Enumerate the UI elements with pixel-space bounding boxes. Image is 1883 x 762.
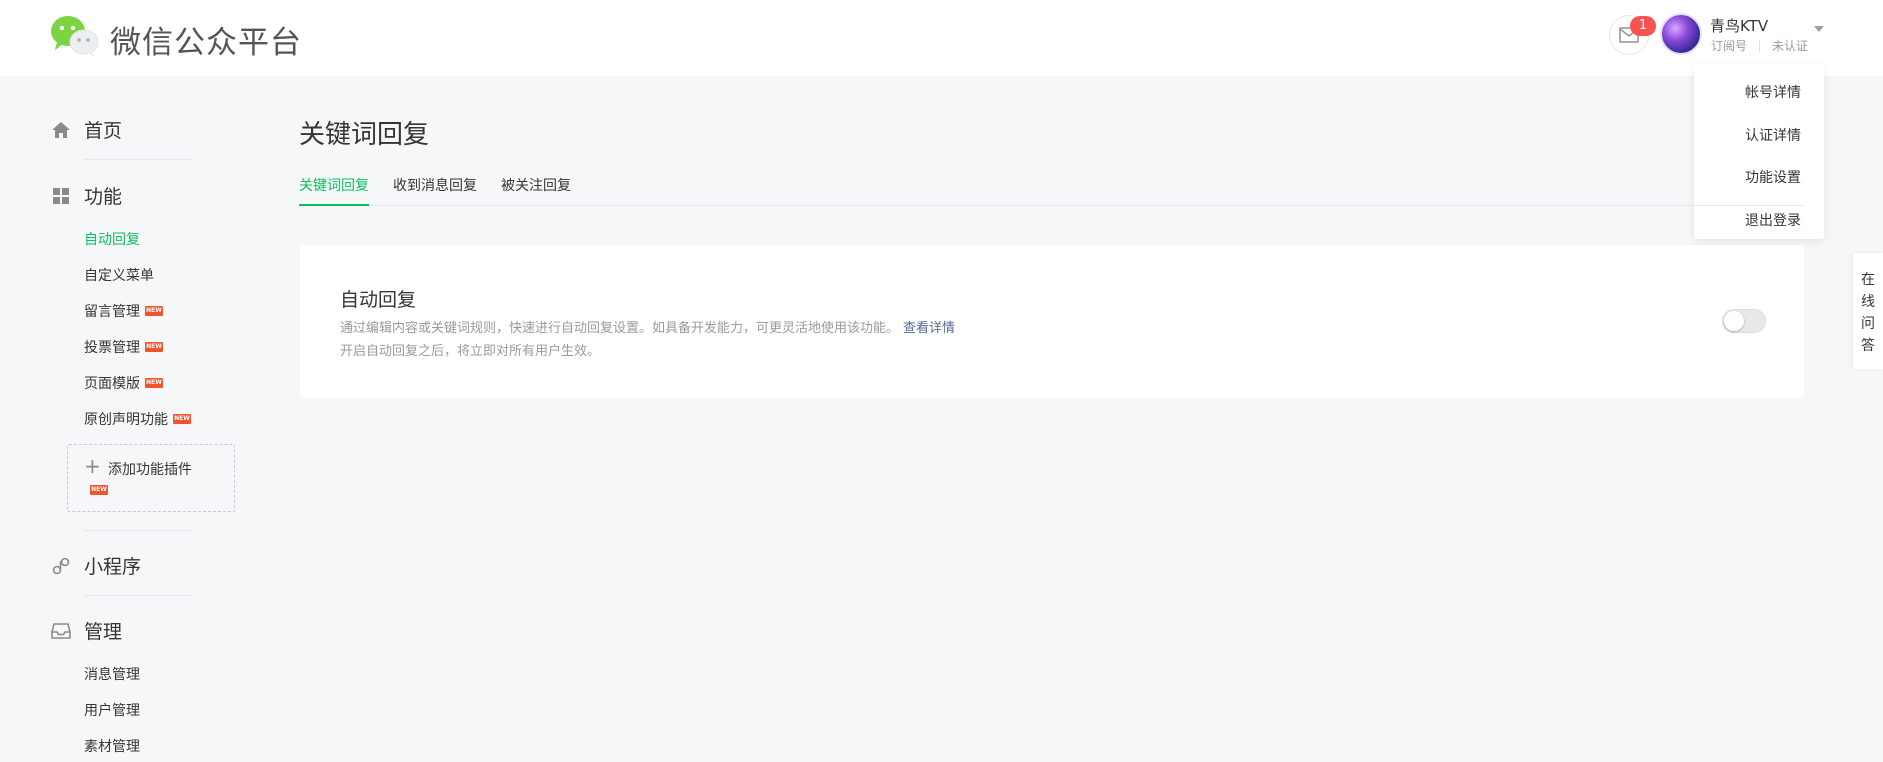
sidebar-divider xyxy=(84,530,192,531)
sidebar-group-features[interactable]: 功能 xyxy=(50,182,122,209)
auto-reply-card: 自动回复 通过编辑内容或关键词规则，快速进行自动回复设置。如具备开发能力，可更灵… xyxy=(300,245,1804,398)
message-count-badge: 1 xyxy=(1630,16,1656,36)
top-header: 微信公众平台 1 青鸟KTV 订阅号 未认证 xyxy=(0,0,1883,76)
sidebar-group-manage[interactable]: 管理 xyxy=(50,617,122,644)
sidebar-item-label: 投票管理 xyxy=(84,340,140,356)
sidebar-item-home[interactable]: 首页 xyxy=(50,116,122,143)
sidebar-item-users[interactable]: 用户管理 xyxy=(84,700,140,720)
sidebar-divider xyxy=(84,595,192,596)
new-badge: NEW xyxy=(145,342,163,352)
sidebar-item-original-declaration[interactable]: 原创声明功能 NEW xyxy=(84,409,191,429)
sidebar-item-label: 用户管理 xyxy=(84,703,140,719)
tab-message-reply[interactable]: 收到消息回复 xyxy=(393,175,477,206)
sidebar-item-auto-reply[interactable]: 自动回复 xyxy=(84,229,140,249)
page-title: 关键词回复 xyxy=(299,120,430,150)
card-note: 开启自动回复之后，将立即对所有用户生效。 xyxy=(340,344,601,359)
sidebar-item-messages[interactable]: 消息管理 xyxy=(84,664,140,684)
sidebar-divider xyxy=(84,159,192,160)
sidebar-item-materials[interactable]: 素材管理 xyxy=(84,736,140,756)
toggle-knob xyxy=(1724,311,1744,331)
sidebar-item-votes[interactable]: 投票管理 NEW xyxy=(84,337,163,357)
sidebar-item-label: 素材管理 xyxy=(84,739,140,755)
view-details-link[interactable]: 查看详情 xyxy=(903,321,955,336)
qa-char: 问 xyxy=(1861,316,1875,332)
add-plugin-button[interactable]: + 添加功能插件 NEW xyxy=(67,444,235,512)
new-badge: NEW xyxy=(145,306,163,316)
sidebar-group-label: 管理 xyxy=(84,621,123,643)
sidebar-item-custom-menu[interactable]: 自定义菜单 xyxy=(84,265,154,285)
sidebar-group-label: 功能 xyxy=(84,186,123,208)
sidebar-item-miniprogram[interactable]: 小程序 xyxy=(50,552,141,579)
plus-icon: + xyxy=(84,454,101,478)
new-badge: NEW xyxy=(173,414,191,424)
link-icon xyxy=(50,555,72,577)
qa-char: 线 xyxy=(1861,294,1875,310)
card-title: 自动回复 xyxy=(340,289,417,311)
sidebar: 首页 功能 自动回复 自定义菜单 留言管理 NEW 投票管理 NEW 页面模版 … xyxy=(0,76,260,762)
account-meta: 订阅号 未认证 xyxy=(1711,37,1808,54)
card-description-text: 通过编辑内容或关键词规则，快速进行自动回复设置。如具备开发能力，可更灵活地使用该… xyxy=(340,321,900,336)
auto-reply-toggle[interactable] xyxy=(1722,309,1766,333)
account-type: 订阅号 xyxy=(1711,39,1748,53)
meta-divider xyxy=(1759,39,1761,52)
qa-char: 答 xyxy=(1861,338,1875,354)
tab-follow-reply[interactable]: 被关注回复 xyxy=(501,175,571,206)
avatar[interactable] xyxy=(1660,13,1702,55)
home-icon xyxy=(50,119,72,141)
account-name[interactable]: 青鸟KTV xyxy=(1710,15,1768,36)
card-description: 通过编辑内容或关键词规则，快速进行自动回复设置。如具备开发能力，可更灵活地使用该… xyxy=(340,317,955,336)
new-badge: NEW xyxy=(145,378,163,388)
sidebar-item-label: 消息管理 xyxy=(84,667,140,683)
chevron-down-icon[interactable] xyxy=(1814,26,1824,32)
grid-icon xyxy=(50,185,72,207)
brand-title[interactable]: 微信公众平台 xyxy=(110,17,302,62)
sidebar-item-label: 首页 xyxy=(84,120,123,142)
add-plugin-label: 添加功能插件 xyxy=(108,462,192,478)
sidebar-item-label: 自动回复 xyxy=(84,232,140,248)
account-dropdown-menu: 帐号详情 认证详情 功能设置 退出登录 xyxy=(1694,63,1824,239)
sidebar-item-comments[interactable]: 留言管理 NEW xyxy=(84,301,163,321)
sidebar-item-label: 页面模版 xyxy=(84,376,140,392)
sidebar-item-label: 小程序 xyxy=(84,556,142,578)
menu-item-account-details[interactable]: 帐号详情 xyxy=(1694,72,1824,115)
tab-keyword-reply[interactable]: 关键词回复 xyxy=(299,175,369,206)
sidebar-item-label: 留言管理 xyxy=(84,304,140,320)
tab-bar: 关键词回复 收到消息回复 被关注回复 xyxy=(299,173,1804,206)
sidebar-item-label: 原创声明功能 xyxy=(84,412,168,428)
online-qa-button[interactable]: 在 线 问 答 xyxy=(1853,253,1883,369)
wechat-logo-icon[interactable] xyxy=(49,14,101,58)
qa-char: 在 xyxy=(1861,272,1875,288)
menu-item-verification-details[interactable]: 认证详情 xyxy=(1694,115,1824,158)
verify-status: 未认证 xyxy=(1772,39,1809,53)
sidebar-item-label: 自定义菜单 xyxy=(84,268,154,284)
inbox-icon xyxy=(50,620,72,642)
sidebar-item-page-templates[interactable]: 页面模版 NEW xyxy=(84,373,163,393)
new-badge: NEW xyxy=(90,485,108,495)
